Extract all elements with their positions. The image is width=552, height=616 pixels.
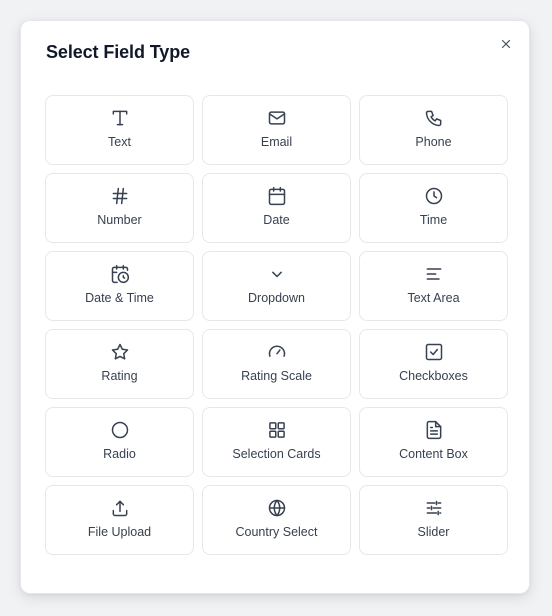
field-type-label: Selection Cards bbox=[232, 447, 321, 461]
field-type-label: Phone bbox=[415, 135, 452, 149]
field-type-content-box[interactable]: Content Box bbox=[359, 407, 508, 477]
field-type-label: Content Box bbox=[399, 447, 468, 461]
close-icon bbox=[501, 39, 511, 49]
field-type-file-upload[interactable]: File Upload bbox=[45, 485, 194, 555]
field-type-label: Text bbox=[108, 135, 131, 149]
field-type-label: Date & Time bbox=[85, 291, 154, 305]
hash-icon bbox=[110, 186, 130, 206]
field-type-label: Rating Scale bbox=[241, 369, 312, 383]
field-type-label: Radio bbox=[103, 447, 136, 461]
field-type-label: Country Select bbox=[235, 525, 318, 539]
field-type-email[interactable]: Email bbox=[202, 95, 351, 165]
field-type-selection-cards[interactable]: Selection Cards bbox=[202, 407, 351, 477]
field-type-label: Text Area bbox=[407, 291, 460, 305]
field-type-label: Rating bbox=[101, 369, 138, 383]
mail-icon bbox=[267, 108, 287, 128]
calendar-icon bbox=[267, 186, 287, 206]
phone-icon bbox=[424, 108, 444, 128]
align-left-icon bbox=[424, 264, 444, 284]
field-type-label: Time bbox=[419, 213, 448, 227]
dialog-title: Select Field Type bbox=[46, 42, 191, 62]
star-icon bbox=[110, 342, 130, 362]
select-field-type-dialog: Select Field Type Text Email Phone Numbe… bbox=[20, 20, 530, 594]
file-text-icon bbox=[424, 420, 444, 440]
field-type-date-time[interactable]: Date & Time bbox=[45, 251, 194, 321]
sliders-icon bbox=[424, 498, 444, 518]
upload-icon bbox=[110, 498, 130, 518]
field-type-rating[interactable]: Rating bbox=[45, 329, 194, 399]
field-type-rating-scale[interactable]: Rating Scale bbox=[202, 329, 351, 399]
close-button[interactable] bbox=[497, 35, 515, 53]
field-type-label: Checkboxes bbox=[399, 369, 468, 383]
gauge-icon bbox=[267, 342, 287, 362]
field-type-label: File Upload bbox=[87, 525, 152, 539]
layout-grid-icon bbox=[267, 420, 287, 440]
field-type-number[interactable]: Number bbox=[45, 173, 194, 243]
field-type-text[interactable]: Text bbox=[45, 95, 194, 165]
field-type-country-select[interactable]: Country Select bbox=[202, 485, 351, 555]
calendar-clock-icon bbox=[110, 264, 130, 284]
field-type-radio[interactable]: Radio bbox=[45, 407, 194, 477]
field-type-time[interactable]: Time bbox=[359, 173, 508, 243]
field-type-checkboxes[interactable]: Checkboxes bbox=[359, 329, 508, 399]
globe-icon bbox=[267, 498, 287, 518]
field-type-label: Date bbox=[263, 213, 290, 227]
check-square-icon bbox=[424, 342, 444, 362]
field-type-label: Email bbox=[260, 135, 293, 149]
circle-icon bbox=[110, 420, 130, 440]
field-type-label: Number bbox=[97, 213, 142, 227]
field-type-date[interactable]: Date bbox=[202, 173, 351, 243]
field-type-phone[interactable]: Phone bbox=[359, 95, 508, 165]
field-type-grid: Text Email Phone Number Date Time Date &… bbox=[45, 95, 508, 555]
field-type-label: Slider bbox=[417, 525, 450, 539]
field-type-dropdown[interactable]: Dropdown bbox=[202, 251, 351, 321]
field-type-slider[interactable]: Slider bbox=[359, 485, 508, 555]
text-icon bbox=[110, 108, 130, 128]
field-type-text-area[interactable]: Text Area bbox=[359, 251, 508, 321]
clock-icon bbox=[424, 186, 444, 206]
field-type-label: Dropdown bbox=[248, 291, 305, 305]
chevron-down-icon bbox=[267, 264, 287, 284]
